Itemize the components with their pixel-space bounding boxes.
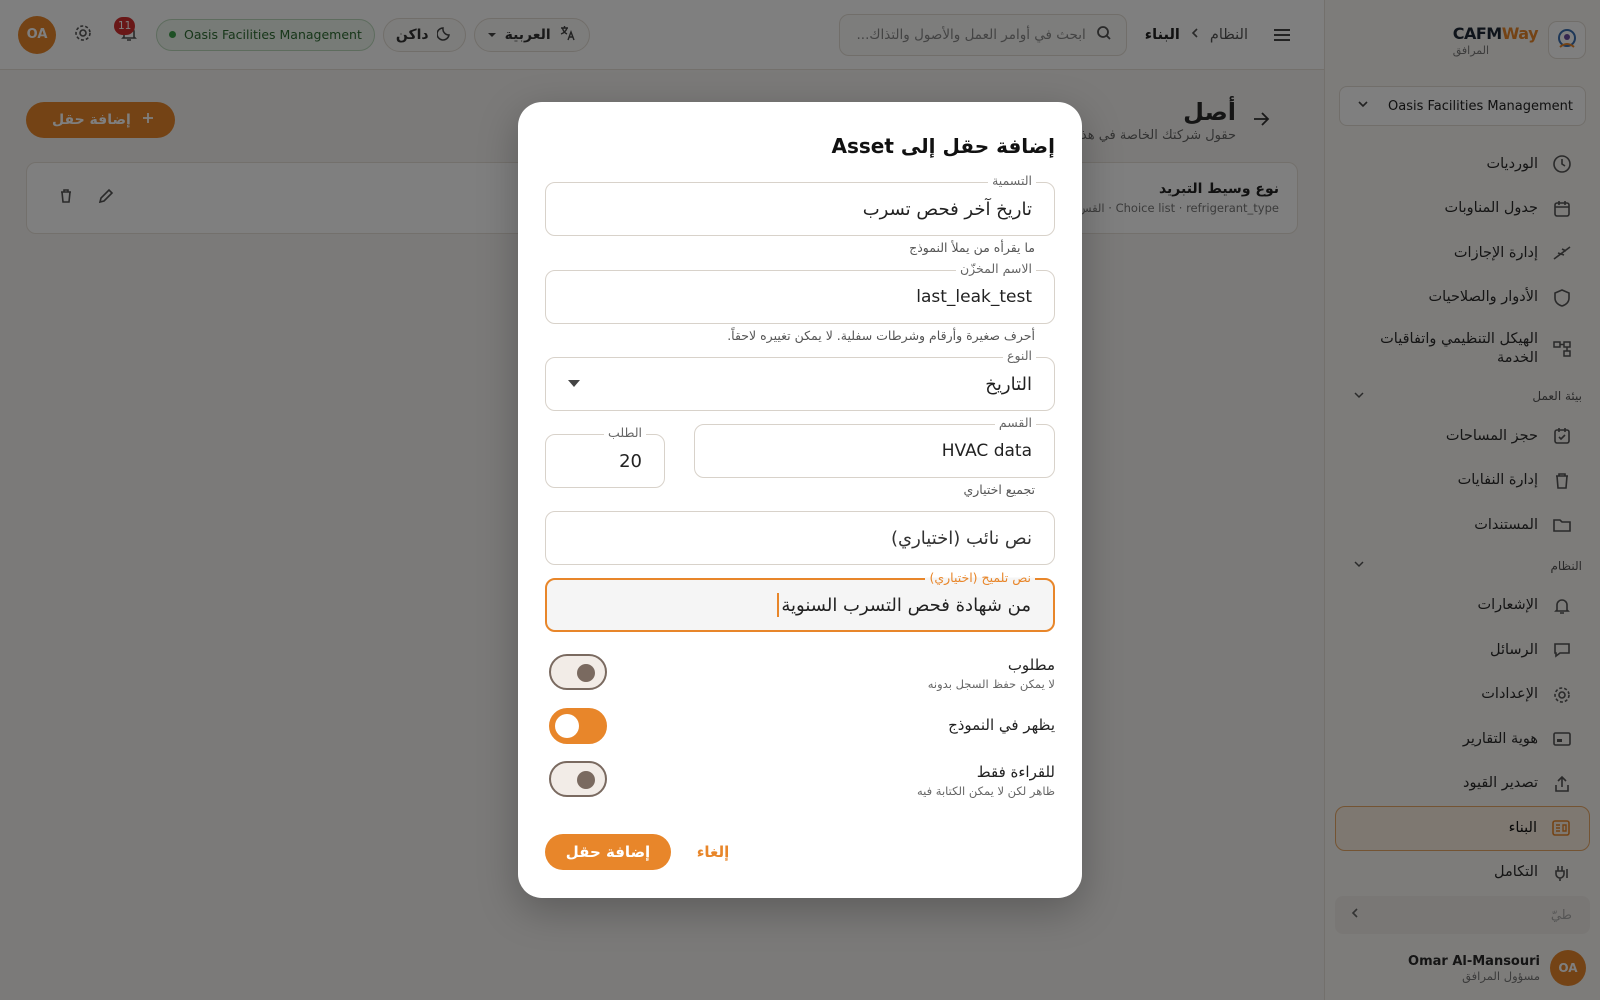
placeholder-field[interactable]: نص نائب (اختياري): [545, 511, 1055, 565]
toggle-required-label: مطلوب: [1007, 656, 1055, 674]
caret-down-icon: [568, 380, 580, 387]
add-field-dialog: إضافة حقل إلى Asset التسمية تاريخ آخر فح…: [518, 102, 1082, 898]
toggle-show-label: يظهر في النموذج: [948, 716, 1055, 734]
order-field-value: 20: [619, 450, 642, 472]
switch-knob: [555, 714, 579, 738]
show-in-form-switch[interactable]: [549, 708, 607, 744]
text-caret: [777, 593, 780, 617]
submit-add-field-button[interactable]: إضافة حقل: [545, 834, 671, 870]
dialog-title: إضافة حقل إلى Asset: [831, 134, 1056, 158]
section-field-helper: تجميع اختياري: [963, 482, 1035, 497]
placeholder-field-value: نص نائب (اختياري): [891, 527, 1032, 549]
required-switch[interactable]: [549, 654, 607, 690]
label-field-helper: ما يقرأه من يملأ النموذج: [909, 240, 1035, 255]
section-field-value: HVAC data: [941, 441, 1032, 461]
toggle-required[interactable]: مطلوب لا يمكن حفظ السجل بدونه: [545, 652, 1055, 696]
type-select[interactable]: النوع التاريخ: [545, 348, 1055, 411]
toggle-readonly-label: للقراءة فقط: [976, 763, 1055, 781]
label-field-value: تاريخ آخر فحص تسرب: [862, 198, 1032, 220]
cancel-button[interactable]: إلغاء: [683, 834, 743, 870]
order-field[interactable]: الطلب 20: [545, 425, 665, 488]
toggle-show-in-form[interactable]: يظهر في النموذج: [545, 706, 1055, 750]
section-field[interactable]: القسم HVAC data: [694, 415, 1055, 478]
key-field[interactable]: الاسم المخزّن last_leak_test: [545, 261, 1055, 324]
read-only-switch[interactable]: [549, 761, 607, 797]
switch-knob: [577, 771, 595, 789]
hint-field-value: من شهادة فحص التسرب السنوية: [569, 580, 1031, 630]
toggle-read-only[interactable]: للقراءة فقط ظاهر لكن لا يمكن الكتابة فيه: [545, 759, 1055, 803]
toggle-readonly-sub: ظاهر لكن لا يمكن الكتابة فيه: [917, 784, 1055, 798]
key-field-helper: أحرف صغيرة وأرقام وشرطات سفلية. لا يمكن …: [727, 328, 1035, 343]
key-field-value: last_leak_test: [916, 287, 1032, 307]
label-field[interactable]: التسمية تاريخ آخر فحص تسرب: [545, 173, 1055, 236]
type-select-value: التاريخ: [985, 373, 1032, 395]
switch-knob: [577, 664, 595, 682]
hint-field[interactable]: نص تلميح (اختياري) من شهادة فحص التسرب ا…: [545, 570, 1055, 632]
toggle-required-sub: لا يمكن حفظ السجل بدونه: [927, 677, 1055, 691]
